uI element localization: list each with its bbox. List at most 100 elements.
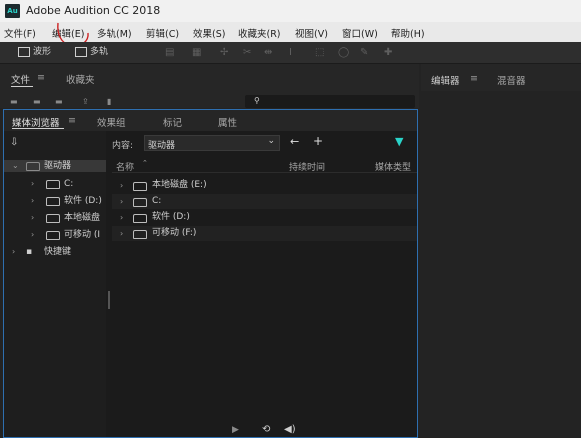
- slip-tool-icon[interactable]: ⇹: [264, 47, 272, 58]
- open-folder-icon[interactable]: ▬: [10, 97, 18, 106]
- move-tool-icon[interactable]: ✢: [220, 47, 228, 58]
- chevron-right-icon[interactable]: ›: [120, 194, 123, 209]
- media-tab-underline: [12, 128, 64, 129]
- drive-icon: [133, 198, 147, 207]
- file-list-pane: 内容: 驱动器 ⌄ ← + ▼ 名称 ⌃ 持续时间 媒体类型 › 本地磁盘 (E…: [112, 131, 417, 437]
- tree-item-local-disk[interactable]: › 本地磁盘: [4, 212, 106, 224]
- tab-mixer[interactable]: 混音器: [497, 73, 526, 87]
- tab-editor[interactable]: 编辑器: [431, 73, 460, 87]
- tab-properties[interactable]: 属性: [218, 115, 237, 129]
- tab-favorites[interactable]: 收藏夹: [66, 72, 95, 86]
- toolbar: 波形 多轨 ▤ ▦ ✢ ✂ ⇹ I ⬚ ◯ ✎ ✚: [0, 42, 581, 64]
- multitrack-label: 多轨: [90, 47, 109, 57]
- tab-markers[interactable]: 标记: [163, 115, 182, 129]
- chevron-right-icon[interactable]: ›: [120, 210, 123, 225]
- media-browser-tabs: 媒体浏览器 ≡ 效果组 标记 属性: [4, 110, 417, 131]
- drive-icon: [46, 197, 60, 206]
- spectral-pitch-icon[interactable]: ▦: [192, 47, 201, 58]
- volume-icon[interactable]: ◀): [284, 424, 296, 435]
- tree-label: 本地磁盘: [64, 213, 101, 223]
- chevron-right-icon[interactable]: ›: [31, 195, 34, 207]
- content-dropdown-value: 驱动器: [148, 141, 176, 151]
- list-row-label: 可移动 (F:): [152, 228, 197, 238]
- chevron-right-icon[interactable]: ›: [120, 178, 123, 193]
- chevron-down-icon[interactable]: ⌄: [12, 160, 19, 172]
- lasso-tool-icon[interactable]: ◯: [338, 47, 349, 58]
- waveform-label: 波形: [33, 47, 52, 57]
- tree-item-removable[interactable]: › 可移动 (I: [4, 229, 106, 241]
- tree-item-shortcuts[interactable]: › ▪ 快捷键: [4, 246, 106, 258]
- marquee-tool-icon[interactable]: ⬚: [315, 47, 324, 58]
- column-duration[interactable]: 持续时间: [289, 160, 325, 173]
- chevron-right-icon[interactable]: ›: [12, 246, 15, 258]
- list-row-software-d[interactable]: › 软件 (D:): [112, 210, 417, 225]
- delete-icon[interactable]: ▮: [107, 97, 111, 106]
- list-row-removable-f[interactable]: › 可移动 (F:): [112, 226, 417, 241]
- add-shortcut-icon[interactable]: +: [313, 134, 323, 148]
- filter-icon[interactable]: ▼: [395, 135, 403, 148]
- new-file-icon[interactable]: ▬: [55, 97, 63, 106]
- razor-tool-icon[interactable]: ✂: [243, 47, 251, 58]
- import-icon[interactable]: ▬: [33, 97, 41, 106]
- multitrack-button[interactable]: 多轨: [75, 45, 108, 59]
- content-dropdown[interactable]: 驱动器 ⌄: [144, 135, 280, 151]
- tree-item-drive-d[interactable]: › 软件 (D:): [4, 195, 106, 207]
- import-arrow-icon[interactable]: ⇩: [10, 137, 18, 148]
- multitrack-icon: [75, 46, 87, 57]
- column-name[interactable]: 名称: [116, 160, 134, 173]
- tree-label: 快捷键: [44, 247, 72, 257]
- waveform-button[interactable]: 波形: [18, 45, 51, 59]
- menu-file[interactable]: 文件(F): [4, 26, 36, 40]
- tree-item-drive-c[interactable]: › C:: [4, 178, 106, 190]
- list-row-label: 本地磁盘 (E:): [152, 180, 207, 190]
- spot-healing-icon[interactable]: ✚: [384, 47, 392, 58]
- back-arrow-icon[interactable]: ←: [290, 135, 299, 148]
- brush-tool-icon[interactable]: ✎: [360, 47, 368, 58]
- time-selection-icon[interactable]: I: [289, 47, 292, 58]
- list-row-local-disk-e[interactable]: › 本地磁盘 (E:): [112, 178, 417, 193]
- chevron-down-icon: ⌄: [267, 136, 275, 146]
- files-search-field[interactable]: ⚲: [245, 95, 415, 108]
- loop-icon[interactable]: ⟲: [262, 424, 270, 435]
- tab-media-browser[interactable]: 媒体浏览器: [12, 115, 60, 129]
- play-icon[interactable]: ▶: [232, 425, 239, 435]
- splitter-grip[interactable]: [108, 291, 110, 309]
- drive-icon: [46, 214, 60, 223]
- chevron-right-icon[interactable]: ›: [31, 229, 34, 241]
- drive-icon: [46, 180, 60, 189]
- tab-effects-rack[interactable]: 效果组: [97, 115, 126, 129]
- chevron-right-icon[interactable]: ›: [31, 178, 34, 190]
- editor-tab-menu-icon[interactable]: ≡: [470, 73, 478, 84]
- list-row-drive-c[interactable]: › C:: [112, 194, 417, 209]
- media-tab-menu-icon[interactable]: ≡: [68, 115, 76, 126]
- content-label: 内容:: [112, 141, 134, 151]
- sort-ascending-icon[interactable]: ⌃: [142, 159, 148, 167]
- chevron-right-icon[interactable]: ›: [31, 212, 34, 224]
- tree-item-drives[interactable]: ⌄ 驱动器: [4, 160, 106, 172]
- files-tab-menu-icon[interactable]: ≡: [37, 72, 45, 83]
- column-header-row: 名称 ⌃ 持续时间 媒体类型: [112, 158, 417, 173]
- drive-icon: [133, 230, 147, 239]
- files-tab-underline: [11, 86, 33, 87]
- editor-panel: 编辑器 ≡ 混音器: [421, 64, 581, 436]
- menu-favorites[interactable]: 收藏夹(R): [238, 26, 281, 40]
- menu-multitrack[interactable]: 多轨(M): [97, 26, 132, 40]
- tab-files[interactable]: 文件: [11, 72, 30, 86]
- tree-label: 驱动器: [44, 161, 72, 171]
- audition-app-icon: Au: [5, 4, 20, 18]
- insert-icon[interactable]: ⇪: [82, 97, 89, 106]
- menu-view[interactable]: 视图(V): [295, 26, 328, 40]
- column-media-type[interactable]: 媒体类型: [375, 160, 417, 173]
- list-row-label: C:: [152, 196, 162, 206]
- search-icon: ⚲: [254, 96, 260, 105]
- spectral-frequency-icon[interactable]: ▤: [165, 47, 174, 58]
- menu-effects[interactable]: 效果(S): [193, 26, 225, 40]
- menu-window[interactable]: 窗口(W): [342, 26, 378, 40]
- chevron-right-icon[interactable]: ›: [120, 226, 123, 241]
- media-browser-panel: 媒体浏览器 ≡ 效果组 标记 属性 ⇩ ⌄ 驱动器 › C: › 软件 (D:)…: [3, 109, 418, 438]
- drive-icon: [26, 162, 40, 171]
- menu-help[interactable]: 帮助(H): [391, 26, 425, 40]
- menu-clip[interactable]: 剪辑(C): [146, 26, 179, 40]
- editor-panel-tabs: 编辑器 ≡ 混音器: [421, 64, 581, 91]
- drive-icon: [133, 182, 147, 191]
